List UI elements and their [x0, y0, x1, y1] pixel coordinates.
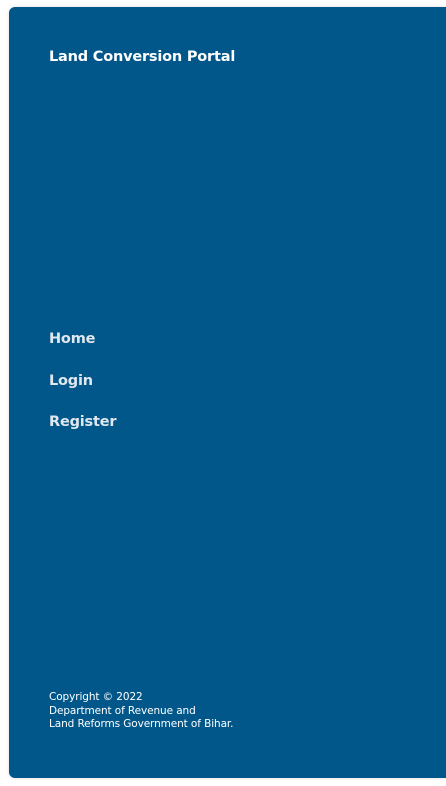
copyright-text: Copyright © 2022 [49, 691, 143, 703]
nav-link-home[interactable]: Home [49, 329, 116, 371]
sidebar-panel: Land Conversion Portal Home Login Regist… [9, 7, 446, 778]
nav-list: Home Login Register [49, 329, 116, 454]
nav-link-login[interactable]: Login [49, 371, 116, 413]
nav-list-item: Register [49, 412, 116, 454]
copyright-footer: Copyright © 2022 Department of Revenue a… [49, 691, 234, 732]
department-text: Department of Revenue and [49, 704, 196, 717]
nav-link-register[interactable]: Register [49, 412, 116, 454]
nav-list-item: Home [49, 329, 116, 371]
nav-list-item: Login [49, 371, 116, 413]
government-text: Land Reforms Government of Bihar. [49, 718, 234, 730]
portal-title: Land Conversion Portal [49, 49, 236, 65]
